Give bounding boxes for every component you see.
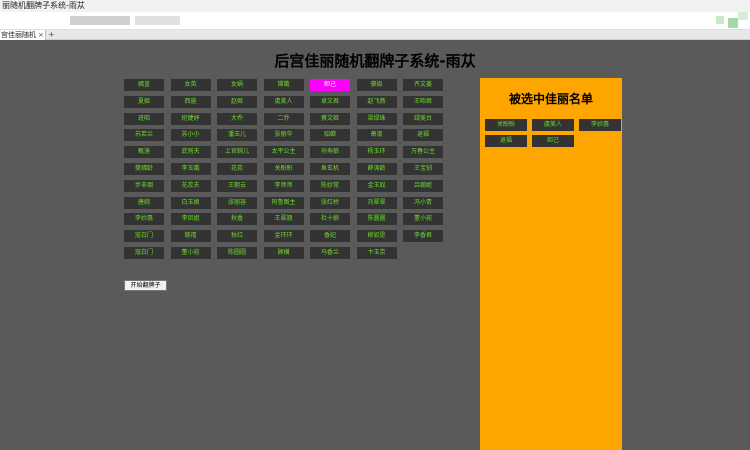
address-bar[interactable] <box>0 12 750 30</box>
blurred-url-2 <box>135 16 180 25</box>
tab-bar: 宫佳丽随机 × + <box>0 30 750 40</box>
name-button[interactable]: 退福 <box>403 129 443 142</box>
name-button[interactable]: 李师师 <box>263 179 304 192</box>
name-button[interactable]: 苏小小 <box>170 129 211 142</box>
selected-name[interactable]: 李妙惠 <box>579 119 621 131</box>
name-button[interactable]: 花蕊 <box>217 163 257 175</box>
name-button[interactable]: 蔡文姬 <box>310 112 350 125</box>
tab-current[interactable]: 宫佳丽随机 × <box>0 30 46 40</box>
name-button[interactable]: 寇白门 <box>124 230 164 243</box>
name-button[interactable]: 薛涛龄 <box>356 163 397 175</box>
name-button[interactable]: 冯小青 <box>403 196 443 209</box>
extension-icon-3[interactable] <box>738 12 748 20</box>
name-button[interactable]: 陈圆圆 <box>217 247 257 259</box>
selected-panel: 被选中佳丽名单 关盼盼 虞美人 李妙惠退福 妲己 <box>480 78 622 450</box>
name-button[interactable]: 鱼玄机 <box>310 163 350 175</box>
close-icon[interactable]: × <box>38 30 44 40</box>
name-button[interactable]: 王翠翘 <box>263 213 304 226</box>
name-button[interactable]: 西施 <box>170 95 211 108</box>
selected-name[interactable]: 退福 <box>485 135 527 147</box>
name-button[interactable]: 卞玉京 <box>356 247 397 259</box>
name-button[interactable]: 陈妙常 <box>310 179 350 192</box>
name-button[interactable]: 步非烟 <box>124 179 164 192</box>
name-button[interactable]: 阿鲁图主 <box>263 196 304 209</box>
name-button[interactable]: 白玉娘 <box>170 196 211 209</box>
name-button[interactable]: 李玉娥 <box>170 163 211 175</box>
name-button[interactable]: 张丽容 <box>217 196 257 209</box>
name-button[interactable]: 唐婉 <box>124 196 164 209</box>
name-button[interactable]: 卓文君 <box>310 95 350 108</box>
name-button[interactable]: 董小宛 <box>403 213 443 226</box>
name-button[interactable]: 甄洛 <box>124 146 164 159</box>
name-button[interactable]: 金玉奴 <box>356 179 397 192</box>
blurred-url <box>70 16 130 25</box>
name-button[interactable]: 齐文姜 <box>403 79 443 91</box>
name-button[interactable]: 李凤姐 <box>170 213 211 226</box>
name-button[interactable]: 女英 <box>170 79 211 91</box>
name-button[interactable]: 顾横 <box>263 247 304 259</box>
name-button[interactable]: 张红桥 <box>310 196 350 209</box>
name-button[interactable]: 上官婉儿 <box>217 146 257 159</box>
name-button[interactable]: 二乔 <box>263 112 304 125</box>
selected-name[interactable]: 妲己 <box>532 135 574 147</box>
name-button[interactable]: 樊嫣龄 <box>124 163 164 175</box>
name-button[interactable]: 花蕊夫 <box>170 179 211 192</box>
name-button[interactable]: 太平公主 <box>263 146 304 159</box>
extension-icon[interactable] <box>716 16 724 24</box>
name-button[interactable]: 杨玉环 <box>356 146 397 159</box>
name-button[interactable]: 刘翠翠 <box>356 196 397 209</box>
name-button[interactable]: 武则天 <box>170 146 211 159</box>
window-title: 丽随机翻牌子系统-雨苁 <box>0 0 750 12</box>
name-button[interactable]: 吕翰妮 <box>403 179 443 192</box>
name-button[interactable]: 柳如是 <box>356 230 397 243</box>
name-button[interactable]: 班婕妤 <box>170 112 211 125</box>
name-button[interactable]: 寇白门 <box>124 247 164 259</box>
name-button[interactable]: 赵飞燕 <box>356 95 397 108</box>
name-button[interactable]: 班昭 <box>124 112 164 125</box>
name-button[interactable]: 李香君 <box>403 230 443 243</box>
name-button[interactable]: 万春公主 <box>403 146 443 159</box>
name-button[interactable]: 绿美台 <box>403 112 443 125</box>
selected-name[interactable]: 虞美人 <box>532 119 574 131</box>
new-tab-icon[interactable]: + <box>48 30 55 40</box>
name-button[interactable]: 王宝钏 <box>403 163 443 175</box>
name-button[interactable]: 董小宛 <box>170 247 211 259</box>
name-button[interactable]: 金环环 <box>263 230 304 243</box>
name-button[interactable]: 王昭君 <box>403 95 443 108</box>
page-title: 后宫佳丽随机翻牌子系统-雨苁 <box>274 52 476 70</box>
name-button[interactable]: 王朝云 <box>217 179 257 192</box>
name-button[interactable]: 嫦娥 <box>263 79 304 91</box>
name-button[interactable]: 赵姬 <box>217 95 257 108</box>
name-button[interactable]: 杜十娘 <box>310 213 350 226</box>
name-button[interactable]: 貂蝉 <box>310 129 350 142</box>
name-button[interactable]: 夏姬 <box>124 95 164 108</box>
name-button[interactable]: 马香兰 <box>310 247 350 259</box>
name-button[interactable]: 妲己 <box>310 79 350 91</box>
name-button[interactable]: 嫣皇 <box>124 79 164 91</box>
selected-name[interactable]: 关盼盼 <box>485 119 527 131</box>
tab-label: 宫佳丽随机 <box>1 31 36 39</box>
panel-title: 被选中佳丽名单 <box>508 92 593 106</box>
name-button[interactable]: 女娲 <box>217 79 257 91</box>
name-button[interactable]: 虞美人 <box>263 95 304 108</box>
name-button[interactable]: 张丽华 <box>263 129 304 142</box>
name-button[interactable]: 苏若兰 <box>124 129 164 142</box>
name-button[interactable]: 秋红 <box>217 230 257 243</box>
name-button[interactable]: 香妃 <box>310 230 350 243</box>
name-button[interactable]: 大乔 <box>217 112 257 125</box>
name-button[interactable]: 慈禧 <box>170 230 211 243</box>
name-button[interactable]: 梁绿珠 <box>356 112 397 125</box>
name-button[interactable]: 萧淑 <box>356 129 397 142</box>
name-button[interactable]: 孙寿娘 <box>310 146 350 159</box>
start-button[interactable]: 开始翻牌子 <box>124 280 167 291</box>
name-button[interactable]: 关盼盼 <box>263 163 304 175</box>
name-button[interactable]: 褒姒 <box>356 79 397 91</box>
name-button[interactable]: 秋香 <box>217 213 257 226</box>
name-button[interactable]: 李妙惠 <box>124 213 164 226</box>
name-button[interactable]: 潘玉儿 <box>217 129 257 142</box>
extension-icon-2[interactable] <box>728 18 738 28</box>
name-button[interactable]: 陈圆圆 <box>356 213 397 226</box>
